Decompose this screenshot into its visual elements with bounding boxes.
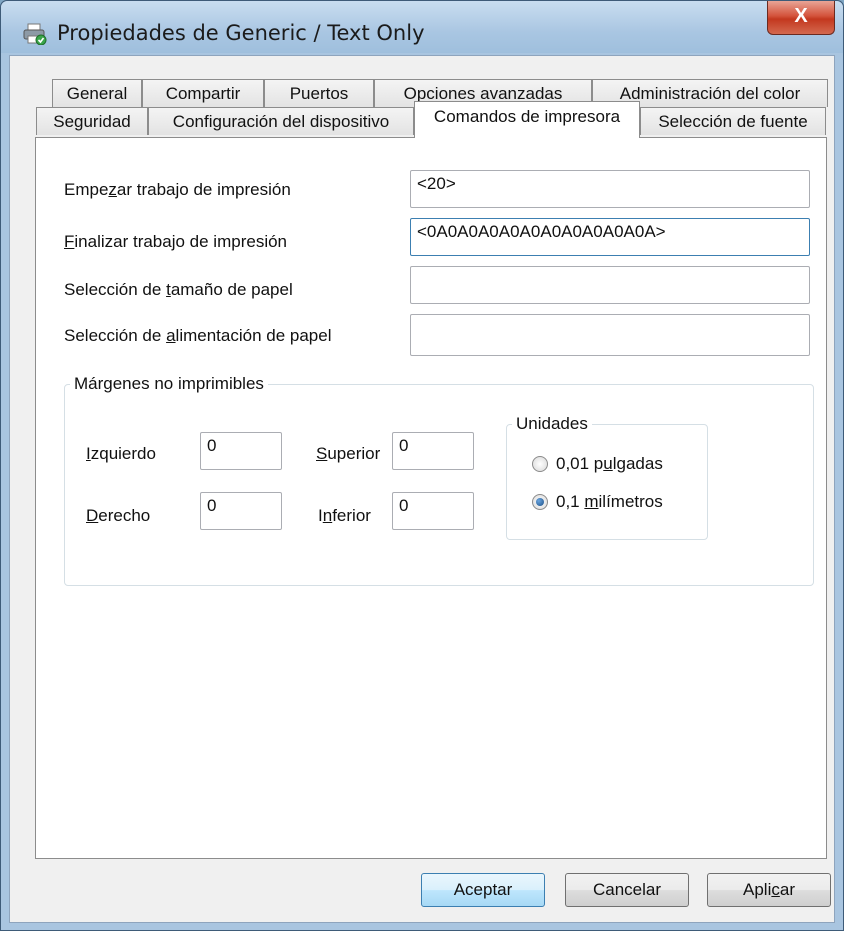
tab-comandos-impresora[interactable]: Comandos de impresora bbox=[414, 101, 640, 138]
paper-feed-input[interactable] bbox=[410, 314, 810, 356]
paper-size-label: Selección de tamaño de papel bbox=[64, 280, 293, 299]
start-job-label: Empezar trabajo de impresión bbox=[64, 180, 291, 199]
tab-seleccion-fuente[interactable]: Selección de fuente bbox=[640, 107, 826, 135]
tab-puertos[interactable]: Puertos bbox=[264, 79, 374, 107]
left-margin-input[interactable]: 0 bbox=[200, 432, 282, 470]
window-title: Propiedades de Generic / Text Only bbox=[57, 21, 425, 45]
units-groupbox bbox=[506, 424, 708, 540]
paper-size-input[interactable] bbox=[410, 266, 810, 304]
close-icon: X bbox=[794, 5, 808, 27]
top-margin-input[interactable]: 0 bbox=[392, 432, 474, 470]
tab-general[interactable]: General bbox=[52, 79, 142, 107]
mm-radio-label[interactable]: 0,1 milímetros bbox=[556, 492, 663, 512]
left-margin-label: Izquierdo bbox=[86, 444, 156, 463]
bottom-margin-input[interactable]: 0 bbox=[392, 492, 474, 530]
ok-button[interactable]: Aceptar bbox=[421, 873, 545, 907]
bottom-margin-label: Inferior bbox=[318, 506, 371, 525]
end-job-input[interactable]: <0A0A0A0A0A0A0A0A0A0A0A> bbox=[410, 218, 810, 256]
inches-radio[interactable] bbox=[532, 456, 548, 472]
start-job-input[interactable]: <20> bbox=[410, 170, 810, 208]
close-button[interactable]: X bbox=[767, 1, 835, 35]
cancel-button[interactable]: Cancelar bbox=[565, 873, 689, 907]
units-group-title: Unidades bbox=[512, 414, 592, 434]
top-margin-label: Superior bbox=[316, 444, 381, 463]
paper-feed-label: Selección de alimentación de papel bbox=[64, 326, 332, 345]
title-bar[interactable]: Propiedades de Generic / Text Only X bbox=[1, 1, 843, 53]
tab-configuracion-dispositivo[interactable]: Configuración del dispositivo bbox=[148, 107, 414, 135]
tab-seguridad[interactable]: Seguridad bbox=[36, 107, 148, 135]
properties-window: Propiedades de Generic / Text Only X Gen… bbox=[0, 0, 844, 931]
inches-radio-label[interactable]: 0,01 pulgadas bbox=[556, 454, 663, 474]
tab-panel: Empezar trabajo de impresión <20> Finali… bbox=[35, 137, 827, 859]
end-job-label: Finalizar trabajo de impresión bbox=[64, 232, 287, 251]
margins-group-title: Márgenes no imprimibles bbox=[70, 374, 268, 394]
apply-button[interactable]: Aplicar bbox=[707, 873, 831, 907]
printer-icon bbox=[23, 23, 47, 45]
tab-compartir[interactable]: Compartir bbox=[142, 79, 264, 107]
right-margin-input[interactable]: 0 bbox=[200, 492, 282, 530]
right-margin-label: Derecho bbox=[86, 506, 151, 525]
mm-radio[interactable] bbox=[532, 494, 548, 510]
